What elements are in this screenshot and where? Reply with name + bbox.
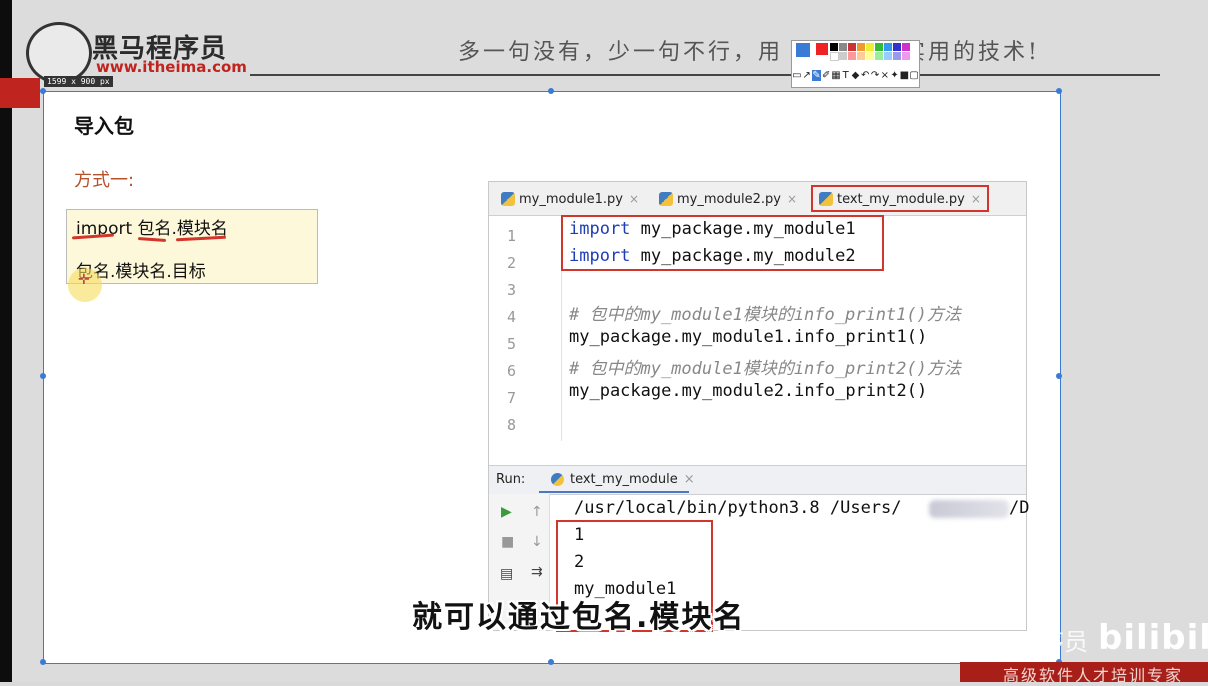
active-tab-highlight — [811, 185, 989, 212]
copy-icon[interactable]: ▢ — [909, 70, 919, 81]
import-highlight-box — [561, 215, 884, 271]
run-label: Run: — [496, 472, 526, 487]
stop-icon[interactable]: ■ — [501, 534, 514, 550]
tab-label: my_module1.py — [519, 191, 623, 207]
swatch[interactable] — [848, 52, 856, 60]
swatch[interactable] — [830, 43, 838, 51]
swatch[interactable] — [893, 43, 901, 51]
blurred-username — [929, 500, 1009, 518]
slide-title: 导入包 — [74, 114, 134, 138]
editor-tab-bar: my_module1.py × my_module2.py × text_my_… — [489, 182, 1026, 216]
bilibili-logo: bilibili — [1098, 618, 1208, 658]
horse-logo-icon — [26, 22, 92, 84]
redo-icon[interactable]: ↷ — [870, 70, 880, 81]
watermark-text: 序员 — [1040, 628, 1088, 656]
close-tab-icon[interactable]: × — [787, 192, 797, 206]
swatch[interactable] — [830, 52, 839, 61]
run-tab-label: text_my_module — [570, 472, 678, 487]
layout-icon[interactable]: ▤ — [500, 566, 513, 582]
rectangle-tool-icon[interactable]: ▭ — [792, 70, 802, 81]
code-line-6[interactable]: # 包中的my_module1模块的info_print2()方法 — [569, 354, 961, 379]
swatch[interactable] — [866, 52, 874, 60]
resize-handle[interactable] — [548, 659, 554, 665]
ide-window: my_module1.py × my_module2.py × text_my_… — [488, 181, 1030, 632]
line-number: 1 — [506, 227, 517, 245]
close-tab-icon[interactable]: × — [629, 192, 639, 206]
mosaic-tool-icon[interactable]: ▦ — [831, 70, 841, 81]
close-icon[interactable]: × — [880, 70, 890, 81]
line-number: 3 — [506, 281, 517, 299]
run-tab[interactable]: text_my_module × — [551, 472, 695, 487]
code-line-7[interactable]: my_package.my_module2.info_print2() — [569, 381, 927, 401]
header-divider — [250, 74, 1160, 76]
scroll-down-icon[interactable]: ↓ — [531, 534, 543, 550]
swatch[interactable] — [848, 43, 856, 51]
resize-handle[interactable] — [548, 88, 554, 94]
swatch[interactable] — [839, 52, 847, 60]
undo-icon[interactable]: ↶ — [860, 70, 870, 81]
command-text: /usr/local/bin/python3.8 /Users/ — [574, 498, 902, 518]
resize-handle[interactable] — [40, 659, 46, 665]
code-line-4[interactable]: # 包中的my_module1模块的info_print1()方法 — [569, 300, 961, 325]
command-tail: /D — [1009, 498, 1030, 518]
slogan: 多一句没有，少一句不行，用 最 教会最实用的技术! — [458, 40, 1040, 65]
resize-handle[interactable] — [40, 373, 46, 379]
python-file-icon — [659, 192, 673, 206]
tab-my-module1[interactable]: my_module1.py × — [501, 189, 639, 209]
tab-label: my_module2.py — [677, 191, 781, 207]
brand-url: www.itheima.com — [96, 58, 247, 76]
swatch[interactable] — [893, 52, 901, 60]
swatch[interactable] — [875, 43, 883, 51]
swatch[interactable] — [902, 52, 910, 60]
resize-handle[interactable] — [1056, 373, 1062, 379]
bottom-slogan: 高级软件人才培训专家 — [1003, 666, 1184, 685]
soft-wrap-icon[interactable]: ⇉ — [531, 564, 543, 580]
annotation-toolbar[interactable]: ▭ ↗ ✎ ✐ ▦ T ◆ ↶ ↷ × ✦ ■ ▢ — [791, 40, 920, 88]
scroll-up-icon[interactable]: ↑ — [531, 504, 543, 520]
run-tab-underline — [539, 491, 689, 493]
swatch[interactable] — [875, 52, 883, 60]
current-color-indicator — [796, 43, 810, 57]
line-number: 7 — [506, 389, 517, 407]
python-file-icon — [501, 192, 515, 206]
video-subtitle: 就可以通过包名.模块名 — [412, 600, 746, 635]
line-number: 6 — [506, 362, 517, 380]
code-line-5[interactable]: my_package.my_module1.info_print1() — [569, 327, 927, 347]
pin-icon[interactable]: ✦ — [890, 70, 900, 81]
line-number: 5 — [506, 335, 517, 353]
line-gutter: 1 2 3 4 5 6 7 8 — [489, 216, 561, 446]
swatch-red[interactable] — [816, 43, 828, 55]
eraser-tool-icon[interactable]: ◆ — [851, 70, 861, 81]
swatch[interactable] — [884, 52, 892, 60]
run-command: /usr/local/bin/python3.8 /Users/ — [574, 498, 902, 518]
line-number: 2 — [506, 254, 517, 272]
swatch[interactable] — [884, 43, 892, 51]
close-run-tab-icon[interactable]: × — [684, 472, 695, 487]
tab-my-module2[interactable]: my_module2.py × — [659, 189, 797, 209]
line-number: 8 — [506, 416, 517, 434]
method-heading: 方式一: — [74, 170, 135, 191]
swatch[interactable] — [902, 43, 910, 51]
python-run-icon — [551, 473, 564, 486]
resize-handle[interactable] — [1056, 88, 1062, 94]
marker-tool-icon[interactable]: ✐ — [821, 70, 831, 81]
color-swatches[interactable] — [794, 43, 916, 61]
line-number: 4 — [506, 308, 517, 326]
resize-handle[interactable] — [40, 88, 46, 94]
swatch[interactable] — [866, 43, 874, 51]
capture-size-label: 1599 x 900 px — [44, 76, 113, 87]
pen-tool-icon[interactable]: ✎ — [811, 69, 822, 81]
crosshair-cursor-icon: ✛ — [78, 272, 90, 288]
swatch[interactable] — [857, 52, 865, 60]
rerun-icon[interactable]: ▶ — [501, 504, 512, 520]
save-icon[interactable]: ■ — [899, 70, 909, 81]
tool-row: ▭ ↗ ✎ ✐ ▦ T ◆ ↶ ↷ × ✦ ■ ▢ — [792, 65, 919, 85]
swatch[interactable] — [839, 43, 847, 51]
text-tool-icon[interactable]: T — [841, 70, 851, 81]
left-red-block — [0, 78, 40, 108]
line-tool-icon[interactable]: ↗ — [802, 70, 812, 81]
swatch[interactable] — [857, 43, 865, 51]
